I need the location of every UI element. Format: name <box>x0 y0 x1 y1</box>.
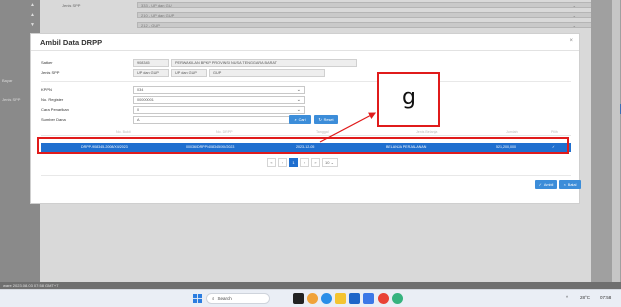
background-form-row: Jenis SPP 333 - UP dan GU ⌄ <box>42 2 607 9</box>
column-header: No. Bukti <box>116 130 131 134</box>
refresh-icon: ↻ <box>318 118 322 122</box>
per-page-select[interactable]: 10 ⌄ <box>322 158 338 167</box>
taskbar: ⌕ Search ^ 28°C 07:58 <box>0 289 621 307</box>
kppn-label: KPPN <box>41 87 52 92</box>
app-icon[interactable] <box>392 293 403 304</box>
page-number-button[interactable]: 1 <box>289 158 298 167</box>
sumber-dana-label: Sumber Dana <box>41 117 66 122</box>
chevron-up-icon[interactable]: ▲ <box>30 12 35 18</box>
cara-penarikan-label: Cara Penarikan <box>41 107 69 112</box>
file-explorer-icon[interactable] <box>335 293 346 304</box>
column-header: Pilih <box>551 130 558 134</box>
windows-start-icon[interactable] <box>193 294 202 303</box>
background-select[interactable]: 333 - UP dan GU ⌄ <box>137 2 607 8</box>
next-page-button[interactable]: › <box>300 158 309 167</box>
column-header: Jenis Belanja <box>416 130 438 134</box>
cara-penarikan-row: Cara Penarikan 0 ⌄ <box>41 106 311 114</box>
background-label: Bayar <box>2 78 13 83</box>
column-header: Tanggal <box>316 130 329 134</box>
status-text: ware 2023.08.03 07:58 GMT+7 <box>3 283 59 288</box>
background-select[interactable]: 210 - UP dan GUP ⌄ <box>137 12 607 18</box>
jenis-spp-field: GUP <box>209 69 325 77</box>
scrollbar[interactable] <box>612 0 620 289</box>
sumber-dana-select[interactable]: A⌄ <box>133 116 305 124</box>
browser-icon[interactable] <box>307 293 318 304</box>
background-select[interactable]: 212 - GUP ⌄ <box>137 22 607 28</box>
jenis-spp-label: Jenis SPP <box>41 70 60 75</box>
mail-icon[interactable] <box>363 293 374 304</box>
cari-button[interactable]: ⌕ Cari <box>289 115 311 124</box>
background-form-row: 210 - UP dan GUP ⌄ <box>42 12 607 19</box>
chevron-down-icon: ⌄ <box>296 97 301 103</box>
batal-button[interactable]: × Batal <box>559 180 581 189</box>
pagination: « ‹ 1 › » 10 ⌄ <box>267 158 338 167</box>
edge-icon[interactable] <box>321 293 332 304</box>
chevron-down-icon[interactable]: ▼ <box>30 22 35 28</box>
satker-name-field: PERWAKILAN BPKP PROVINSI NUSA TENGGARA B… <box>171 59 357 67</box>
section-divider <box>41 81 571 82</box>
task-view-icon[interactable] <box>293 293 304 304</box>
ambil-data-drpp-modal: Ambil Data DRPP × Satker 908345 PERWAKIL… <box>30 33 581 204</box>
prev-page-button[interactable]: ‹ <box>278 158 287 167</box>
modal-divider <box>31 50 579 51</box>
cara-penarikan-select[interactable]: 0 ⌄ <box>133 106 305 114</box>
search-icon: ⌕ <box>212 296 215 301</box>
chrome-icon[interactable] <box>378 293 389 304</box>
column-header: No. DRPP <box>216 130 233 134</box>
chevron-down-icon: ⌄ <box>296 107 301 113</box>
annotation-letter: g <box>402 85 416 110</box>
no-register-select[interactable]: 00000001 ⌄ <box>133 96 305 104</box>
no-register-label: No. Register <box>41 97 64 102</box>
status-bar: ware 2023.08.03 07:58 GMT+7 <box>0 282 621 289</box>
background-form-row: 212 - GUP ⌄ <box>42 22 607 29</box>
clock-text: 07:58 <box>600 295 612 300</box>
kppn-row: KPPN 034 ⌄ <box>41 86 311 94</box>
jenis-spp-row: Jenis SPP UP dan GUP UP dan GUP GUP <box>41 69 361 77</box>
taskbar-search[interactable]: ⌕ Search <box>206 293 270 304</box>
close-icon[interactable]: × <box>569 38 573 44</box>
modal-title: Ambil Data DRPP <box>40 38 103 47</box>
chevron-up-icon[interactable]: ▲ <box>30 2 35 8</box>
store-icon[interactable] <box>349 293 360 304</box>
jenis-spp-field: UP dan GUP <box>171 69 207 77</box>
sumber-dana-row: Sumber Dana A⌄ <box>41 116 311 124</box>
chevron-up-icon[interactable]: ^ <box>566 295 568 300</box>
close-icon: × <box>563 182 566 187</box>
annotation-box: g <box>377 72 440 127</box>
check-icon: ✓ <box>538 183 542 187</box>
reset-button[interactable]: ↻ Reset <box>314 115 338 124</box>
ambil-button[interactable]: ✓ Ambil <box>535 180 557 189</box>
last-page-button[interactable]: » <box>311 158 320 167</box>
highlight-box <box>37 137 569 154</box>
search-icon: ⌕ <box>294 117 297 122</box>
weather-text: 28°C <box>580 295 591 300</box>
kppn-select[interactable]: 034 ⌄ <box>133 86 305 94</box>
satker-label: Satker <box>41 60 53 65</box>
column-header: Jumlah <box>506 130 518 134</box>
satker-code-field: 908345 <box>133 59 169 67</box>
footer-divider <box>41 175 571 176</box>
first-page-button[interactable]: « <box>267 158 276 167</box>
background-label: Jenis SPP <box>2 97 21 102</box>
chevron-down-icon: ⌄ <box>330 160 334 165</box>
table-header: No. Bukti No. DRPP Tanggal Jenis Belanja… <box>41 129 571 136</box>
satker-row: Satker 908345 PERWAKILAN BPKP PROVINSI N… <box>41 59 361 67</box>
chevron-down-icon: ⌄ <box>296 87 301 93</box>
jenis-spp-field: UP dan GUP <box>133 69 169 77</box>
no-register-row: No. Register 00000001 ⌄ <box>41 96 311 104</box>
